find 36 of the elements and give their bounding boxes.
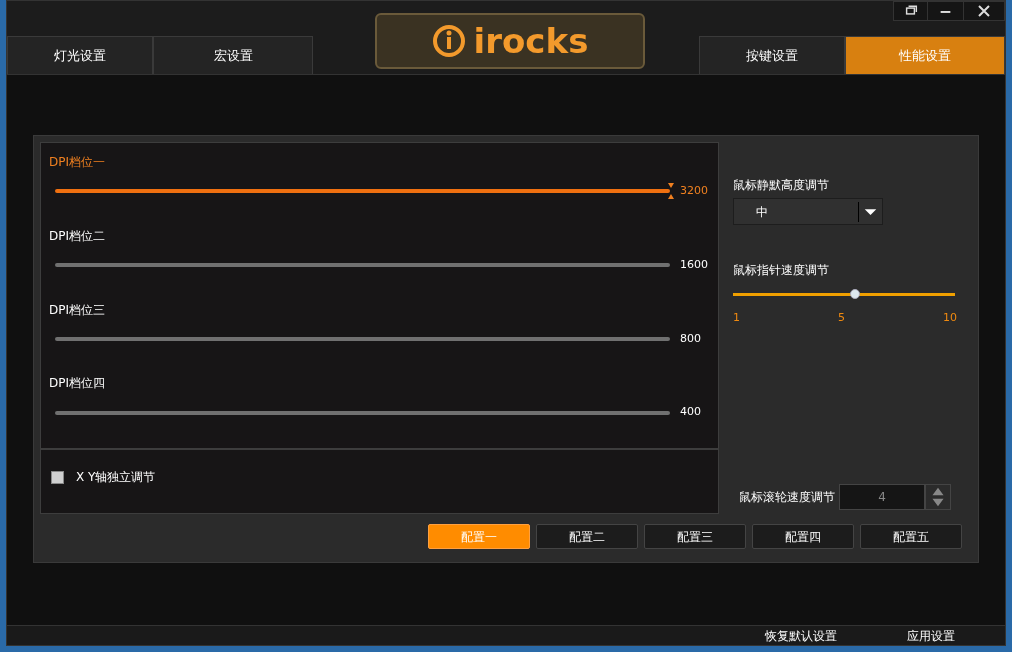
- footer-button[interactable]: 应用设置: [907, 626, 955, 645]
- checkbox-label: X Y轴独立调节: [76, 469, 156, 486]
- tick-label: 1: [733, 310, 740, 326]
- footer-button[interactable]: 恢复默认设置: [765, 626, 837, 645]
- slider-track[interactable]: [55, 336, 670, 341]
- brand-logo-text: irocks: [473, 24, 589, 58]
- setting-label: 鼠标静默高度调节: [733, 177, 830, 194]
- slider-track[interactable]: [55, 410, 670, 415]
- dpi-value: 1600: [680, 256, 708, 273]
- dpi-label: DPI档位四: [49, 375, 106, 393]
- tab[interactable]: 灯光设置: [7, 36, 153, 74]
- tab[interactable]: 按键设置: [699, 36, 845, 74]
- power-logo-icon: [431, 24, 466, 58]
- tick-label: 10: [943, 310, 957, 326]
- dropdown[interactable]: 中: [733, 198, 883, 225]
- setting-label: 鼠标指针速度调节: [733, 262, 830, 279]
- dpi-value: 400: [680, 404, 701, 421]
- number-field[interactable]: 4: [839, 484, 925, 510]
- profile-button[interactable]: 配置五: [860, 524, 962, 549]
- dpi-label: DPI档位三: [49, 301, 106, 319]
- checkbox[interactable]: [51, 470, 64, 484]
- slider-handle[interactable]: [668, 183, 674, 200]
- profile-button[interactable]: 配置三: [644, 524, 746, 549]
- dpi-label: DPI档位二: [49, 227, 106, 245]
- tab[interactable]: 宏设置: [153, 36, 313, 74]
- dpi-label: DPI档位一: [49, 154, 106, 171]
- slider-track[interactable]: [55, 189, 670, 194]
- dpi-value: 3200: [680, 183, 708, 199]
- tick-label: 5: [838, 310, 845, 326]
- profile-button[interactable]: 配置四: [752, 524, 854, 549]
- setting-label: 鼠标滚轮速度调节: [739, 489, 835, 506]
- slider-track[interactable]: [55, 263, 670, 267]
- profile-button[interactable]: 配置二: [536, 524, 638, 549]
- dpi-value: 800: [680, 330, 701, 347]
- spinner-arrows-icon[interactable]: [925, 484, 951, 510]
- slider-thumb[interactable]: [850, 289, 861, 299]
